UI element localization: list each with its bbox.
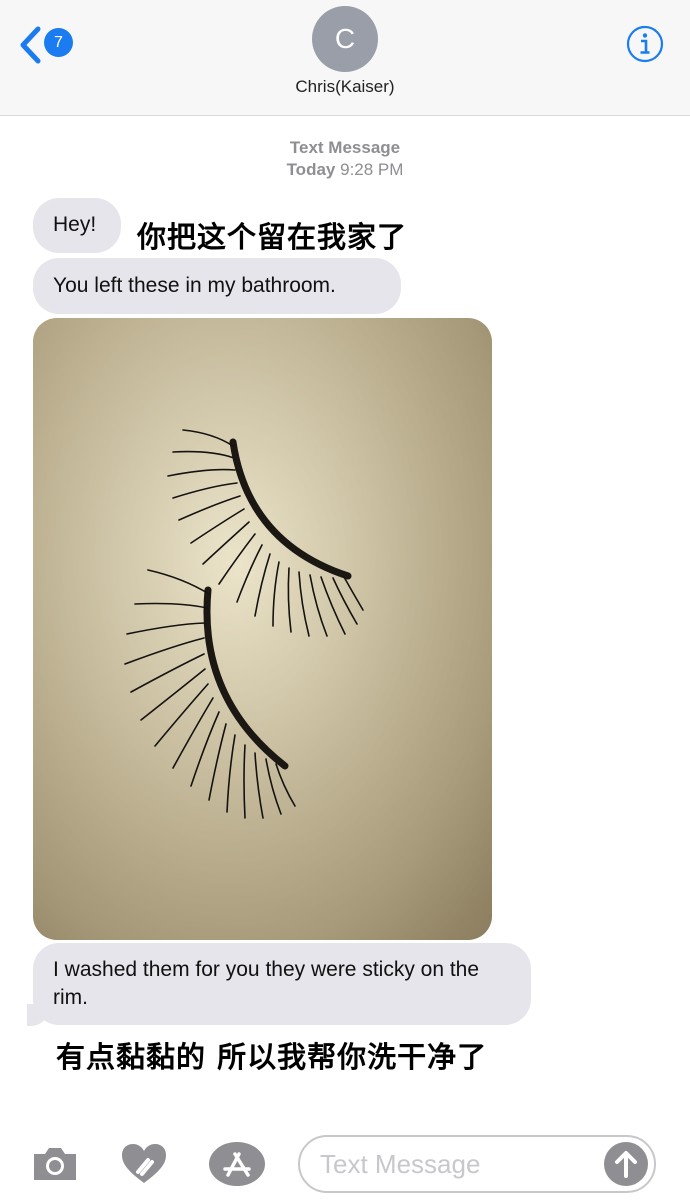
message-input[interactable]: Text Message [298,1135,656,1193]
contact-name[interactable]: Chris(Kaiser) [0,77,690,97]
timestamp-time: 9:28 PM [340,160,404,179]
thread-label: Text Message [289,138,401,157]
message-bubble[interactable]: I washed them for you they were sticky o… [33,943,531,1025]
info-icon[interactable] [626,25,664,63]
composer-toolbar: Text Message [0,1130,690,1200]
caption-overlay: 有点黏黏的 所以我帮你洗干净了 [56,1040,488,1074]
contact-avatar[interactable]: C [312,6,378,72]
send-arrow-icon [615,1151,637,1178]
caption-overlay: 你把这个留在我家了 [137,220,408,254]
chevron-left-icon [20,26,41,64]
digital-touch-icon[interactable] [120,1142,168,1186]
unread-count-badge: 7 [44,28,73,57]
eyelashes-photo[interactable] [33,318,492,940]
message-bubble[interactable]: You left these in my bathroom. [33,258,401,314]
message-input-placeholder: Text Message [320,1149,481,1179]
app-store-icon[interactable] [208,1140,266,1188]
timestamp-day: Today [286,160,336,179]
camera-icon[interactable] [30,1144,80,1184]
back-button[interactable]: 7 [18,24,88,64]
message-timestamp: Text Message Today 9:28 PM [0,138,690,180]
send-button[interactable] [604,1142,648,1186]
message-bubble[interactable]: Hey! [33,198,121,253]
eyelashes-illustration [33,318,492,940]
conversation-header: 7 C Chris(Kaiser) [0,0,690,116]
